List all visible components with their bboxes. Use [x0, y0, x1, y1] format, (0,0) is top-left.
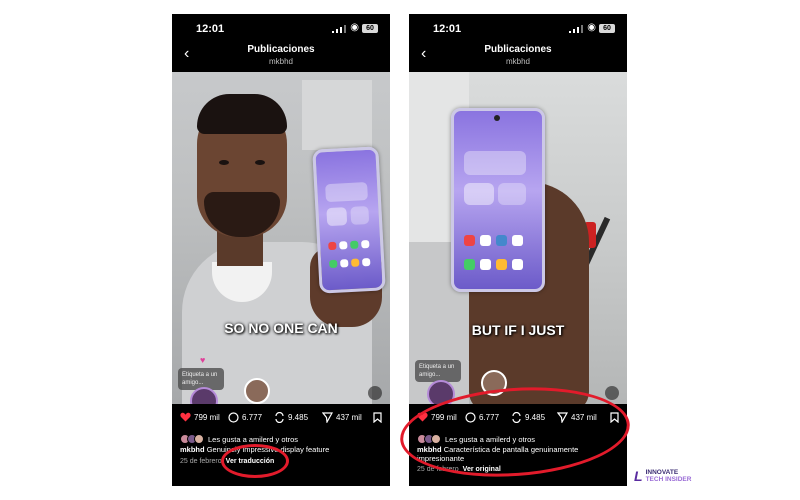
page-username[interactable]: mkbhd — [409, 57, 627, 66]
video-caption: BUT IF I JUST — [471, 322, 565, 338]
person-eye-right — [255, 160, 265, 165]
heart-sticker-icon: ♥ — [200, 355, 206, 365]
comments-count: 6.777 — [242, 413, 263, 422]
signal-icon — [569, 25, 583, 33]
likes-summary: Les gusta a amilerd y otros — [180, 434, 298, 444]
highlight-ring-left — [221, 444, 289, 478]
page-title: Publicaciones — [247, 44, 315, 55]
tag-friend-prompt[interactable]: Etiqueta a un amigo... — [415, 360, 461, 382]
brand-logo: L INNOVATE TECH INSIDER — [634, 469, 691, 483]
signal-icon — [332, 25, 346, 33]
wifi-icon: ◉ — [587, 22, 596, 33]
avatar-sticker-2[interactable] — [244, 378, 270, 404]
shares-count: 437 mil — [336, 413, 362, 422]
heart-icon — [180, 412, 191, 422]
video-frame — [409, 72, 627, 404]
held-phone — [312, 146, 386, 294]
status-time: 12:01 — [196, 23, 225, 35]
description-username[interactable]: mkbhd — [180, 445, 205, 454]
brand-line-2: TECH INSIDER — [645, 476, 692, 483]
repost-icon — [275, 412, 284, 423]
bookmark-icon[interactable] — [373, 412, 382, 423]
person-eye-left — [219, 160, 229, 165]
page-username[interactable]: mkbhd — [172, 57, 390, 66]
likes-count: 799 mil — [194, 412, 220, 422]
status-bar: 12:01 ◉ 60 — [172, 14, 390, 44]
reel-video[interactable]: SO NO ONE CAN Etiqueta a un amigo... ♥ — [172, 72, 390, 404]
brand-line-1: INNOVATE — [645, 469, 679, 476]
person-hair — [197, 94, 287, 134]
mute-icon[interactable] — [368, 386, 382, 400]
comment-icon — [228, 412, 239, 423]
comment-button[interactable]: 6.777 — [228, 412, 262, 423]
brand-mark-icon: L — [634, 468, 643, 484]
top-nav: ‹ Publicaciones mkbhd — [409, 44, 627, 70]
video-caption: SO NO ONE CAN — [224, 320, 338, 336]
phone-screen-left: 12:01 ◉ 60 ‹ Publicaciones mkbhd SO NO O… — [172, 14, 390, 486]
status-bar: 12:01 ◉ 60 — [409, 14, 627, 44]
post-date: 25 de febrero — [180, 458, 222, 465]
top-nav: ‹ Publicaciones mkbhd — [172, 44, 390, 70]
send-icon — [322, 412, 333, 423]
battery-icon: 60 — [362, 24, 378, 33]
likes-text[interactable]: Les gusta a amilerd y otros — [208, 435, 298, 444]
wifi-icon: ◉ — [350, 22, 359, 33]
action-bar: 799 mil 6.777 9.485 437 mil — [172, 410, 390, 428]
repost-button[interactable]: 9.485 — [274, 412, 308, 423]
held-phone — [451, 108, 545, 292]
mute-icon[interactable] — [605, 386, 619, 400]
reposts-count: 9.485 — [288, 413, 309, 422]
reel-video[interactable]: BUT IF I JUST Etiqueta a un amigo... — [409, 72, 627, 404]
like-button[interactable]: 799 mil — [180, 412, 220, 422]
share-button[interactable]: 437 mil — [322, 412, 362, 423]
liker-avatars — [180, 434, 204, 444]
page-title: Publicaciones — [484, 44, 552, 55]
status-time: 12:01 — [433, 23, 462, 35]
battery-icon: 60 — [599, 24, 615, 33]
background-window — [302, 80, 372, 150]
